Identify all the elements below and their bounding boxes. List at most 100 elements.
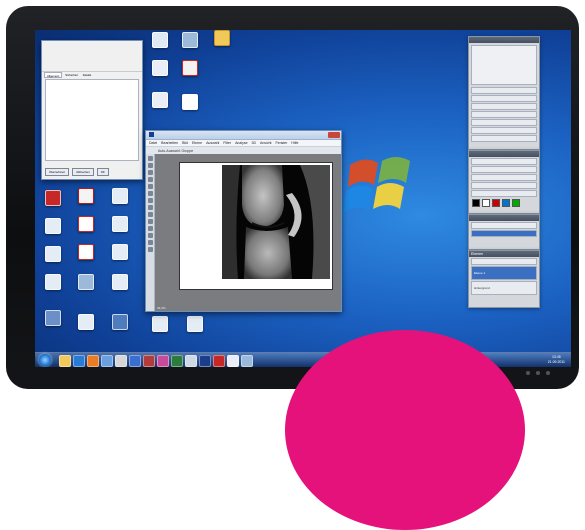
lasso-tool-icon[interactable]	[147, 170, 153, 175]
menu-item[interactable]: Ansicht	[260, 140, 271, 146]
panel-row-selected[interactable]	[471, 230, 537, 237]
stamp-tool-icon[interactable]	[147, 205, 153, 210]
tab-security[interactable]: Sicherheit	[63, 72, 79, 78]
taskbar-app-icon[interactable]	[115, 355, 127, 367]
swatch[interactable]	[512, 199, 520, 207]
tab-general[interactable]: Allgemein	[44, 72, 63, 78]
eraser-tool-icon[interactable]	[147, 212, 153, 217]
panel-row[interactable]	[471, 127, 537, 134]
tool-presets-grid	[471, 45, 537, 85]
menu-item[interactable]: Filter	[223, 140, 231, 146]
taskbar-app-icon[interactable]	[143, 355, 155, 367]
leading-field[interactable]	[471, 174, 537, 181]
menu-item[interactable]: Datei	[149, 140, 157, 146]
tab-details[interactable]: Details	[81, 72, 94, 78]
taskbar-app-icon[interactable]	[171, 355, 183, 367]
wand-tool-icon[interactable]	[147, 177, 153, 182]
apply-button[interactable]: Übernehmen	[45, 168, 70, 176]
taskbar-app-icon[interactable]	[157, 355, 169, 367]
desktop-icon[interactable]	[71, 244, 101, 260]
desktop-icon[interactable]	[105, 188, 135, 204]
panel-row[interactable]	[471, 95, 537, 102]
menu-item[interactable]: Fenster	[276, 140, 288, 146]
scale-field[interactable]	[471, 190, 537, 197]
taskbar-app-icon[interactable]	[241, 355, 253, 367]
taskbar-acrobat-icon[interactable]	[213, 355, 225, 367]
menu-item[interactable]: Hilfe	[291, 140, 298, 146]
font-field[interactable]	[471, 158, 537, 165]
taskbar-app-icon[interactable]	[227, 355, 239, 367]
taskbar-app-icon[interactable]	[101, 355, 113, 367]
eyedropper-tool-icon[interactable]	[147, 191, 153, 196]
swatch[interactable]	[482, 199, 490, 207]
menu-item[interactable]: Bild	[182, 140, 188, 146]
desktop-icon[interactable]	[71, 188, 101, 204]
taskbar-app-icon[interactable]	[129, 355, 141, 367]
taskbar-app-icon[interactable]	[185, 355, 197, 367]
panel-row[interactable]	[471, 222, 537, 229]
menu-item[interactable]: Bearbeiten	[161, 140, 178, 146]
document-canvas[interactable]	[179, 162, 333, 290]
pen-tool-icon[interactable]	[147, 226, 153, 231]
close-button[interactable]	[328, 132, 340, 138]
taskbar-ie-icon[interactable]	[73, 355, 85, 367]
menu-item[interactable]: Auswahl	[206, 140, 219, 146]
desktop-icon[interactable]	[105, 274, 135, 290]
desktop-icon[interactable]	[175, 60, 205, 76]
desktop-icon[interactable]	[38, 310, 68, 326]
desktop-icon[interactable]	[175, 32, 205, 48]
desktop-icon[interactable]	[207, 30, 237, 46]
panel-row[interactable]	[471, 87, 537, 94]
desktop-icon[interactable]	[38, 246, 68, 262]
desktop-icon[interactable]	[71, 314, 101, 330]
desktop-icon[interactable]	[145, 32, 175, 48]
hand-tool-icon[interactable]	[147, 240, 153, 245]
menu-item[interactable]: Analyse	[235, 140, 247, 146]
layer-row[interactable]: Hintergrund	[471, 281, 537, 295]
app-icon	[45, 190, 61, 206]
gradient-tool-icon[interactable]	[147, 219, 153, 224]
blend-mode-select[interactable]	[471, 258, 537, 265]
desktop-icon[interactable]	[145, 92, 175, 108]
menu-item[interactable]: Ebene	[192, 140, 202, 146]
size-field[interactable]	[471, 166, 537, 173]
ok-button[interactable]: OK	[96, 168, 109, 176]
menu-item[interactable]: 3D	[252, 140, 256, 146]
taskbar-explorer-icon[interactable]	[59, 355, 71, 367]
swatch[interactable]	[492, 199, 500, 207]
brush-tool-icon[interactable]	[147, 198, 153, 203]
text-tool-icon[interactable]	[147, 233, 153, 238]
start-button[interactable]	[39, 354, 51, 366]
marquee-tool-icon[interactable]	[147, 163, 153, 168]
desktop-icon[interactable]	[105, 216, 135, 232]
swatch[interactable]	[502, 199, 510, 207]
panel-row[interactable]	[471, 135, 537, 142]
cancel-button[interactable]: Abbrechen	[72, 168, 94, 176]
zoom-tool-icon[interactable]	[147, 247, 153, 252]
panel-row[interactable]	[471, 103, 537, 110]
swatch[interactable]	[472, 199, 480, 207]
desktop-icon[interactable]	[105, 314, 135, 330]
desktop-icon[interactable]	[145, 60, 175, 76]
desktop-icon[interactable]	[145, 316, 175, 332]
desktop-icon[interactable]	[71, 216, 101, 232]
desktop-icon[interactable]	[38, 218, 68, 234]
document-icon	[78, 314, 94, 330]
desktop-icon[interactable]	[175, 94, 205, 110]
desktop-icon[interactable]	[38, 190, 68, 206]
taskbar-photoshop-icon[interactable]	[199, 355, 211, 367]
desktop-icon[interactable]	[38, 274, 68, 290]
layer-row-selected[interactable]: Ebene 1	[471, 266, 537, 280]
desktop-icon[interactable]	[180, 316, 210, 332]
desktop-icon[interactable]	[105, 244, 135, 260]
system-clock[interactable]: 13:45 21.09.2011	[548, 355, 565, 365]
crop-tool-icon[interactable]	[147, 184, 153, 189]
move-tool-icon[interactable]	[147, 156, 153, 161]
panel-row[interactable]	[471, 119, 537, 126]
taskbar-media-icon[interactable]	[87, 355, 99, 367]
dialog-info-block	[42, 41, 142, 72]
desktop-icon[interactable]	[71, 274, 101, 290]
photoshop-window: Datei Bearbeiten Bild Ebene Auswahl Filt…	[145, 130, 342, 312]
panel-row[interactable]	[471, 111, 537, 118]
tracking-field[interactable]	[471, 182, 537, 189]
